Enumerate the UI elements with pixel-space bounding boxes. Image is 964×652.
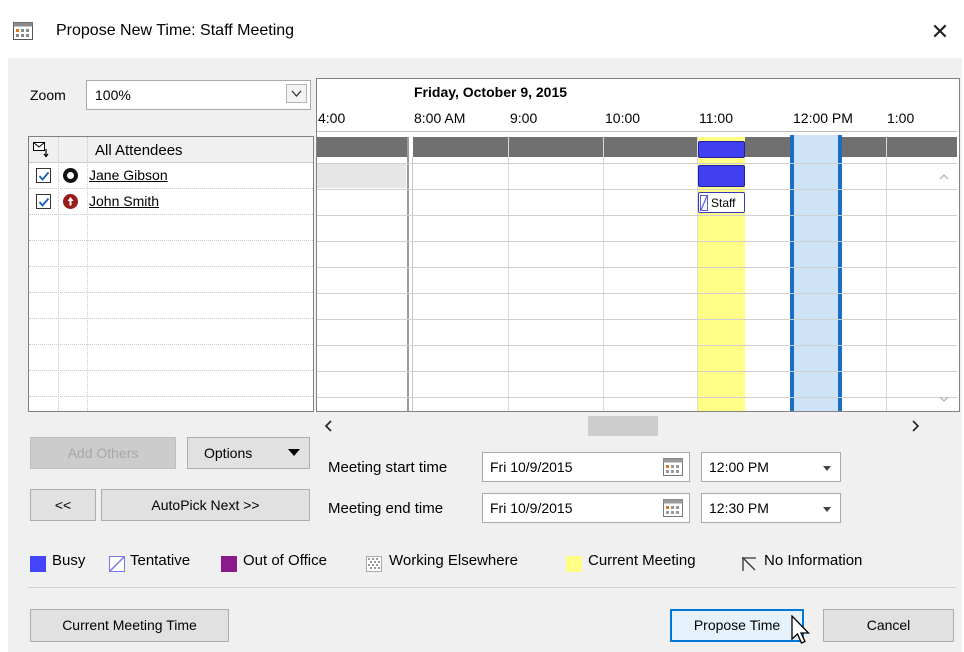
close-icon[interactable]: ✕ xyxy=(920,14,960,50)
start-time-select[interactable]: 12:00 PM xyxy=(701,452,841,482)
previous-button[interactable]: << xyxy=(30,489,96,521)
autopick-next-button[interactable]: AutoPick Next >> xyxy=(101,489,310,521)
zoom-select[interactable]: 100% xyxy=(86,80,311,110)
attendee-checkbox[interactable] xyxy=(36,168,51,183)
empty-row xyxy=(29,267,313,293)
chevron-down-icon[interactable] xyxy=(286,84,307,103)
horizontal-scrollbar[interactable] xyxy=(316,414,960,438)
legend-current-meeting: Current Meeting xyxy=(588,552,696,569)
add-others-button[interactable]: Add Others xyxy=(30,437,176,469)
out-of-office-swatch-icon xyxy=(221,556,237,572)
row-gridline xyxy=(317,241,957,242)
time-label: 9:00 xyxy=(510,110,538,126)
current-meeting-swatch-icon xyxy=(566,556,582,572)
row-gridline xyxy=(317,267,957,268)
time-label: 1:00 xyxy=(887,110,915,126)
legend-busy: Busy xyxy=(52,552,86,569)
busy-swatch-icon xyxy=(30,556,46,572)
all-attendees-header[interactable]: All Attendees xyxy=(95,142,183,159)
current-meeting-time-button[interactable]: Current Meeting Time xyxy=(30,609,229,642)
row-gridline xyxy=(317,345,957,346)
legend-tentative: Tentative xyxy=(130,552,191,569)
calendar-icon xyxy=(13,22,33,40)
empty-row xyxy=(29,293,313,319)
attendee-checkbox[interactable] xyxy=(36,194,51,209)
legend-working-elsewhere: Working Elsewhere xyxy=(389,552,518,569)
scroll-left-icon[interactable] xyxy=(322,418,336,434)
window-title: Propose New Time: Staff Meeting xyxy=(56,22,295,39)
time-label: 4:00 xyxy=(318,110,346,126)
zoom-label: Zoom xyxy=(30,87,66,103)
working-elsewhere-swatch-icon xyxy=(366,556,382,572)
attendee-list: All Attendees Jane Gibson John Smith xyxy=(28,136,314,412)
scheduling-timeline[interactable]: Friday, October 9, 2015 4:00 8:00 AM 9:0… xyxy=(316,78,960,412)
meeting-end-label: Meeting end time xyxy=(328,500,444,517)
chevron-down-icon xyxy=(823,507,831,512)
scroll-thumb[interactable] xyxy=(588,416,658,436)
options-label: Options xyxy=(204,445,253,461)
end-time-value: 12:30 PM xyxy=(709,500,769,516)
row-gridline xyxy=(317,189,957,190)
row-gridline xyxy=(317,215,957,216)
busy-block xyxy=(698,141,745,158)
start-date-field[interactable]: Fri 10/9/2015 xyxy=(482,452,690,482)
footer-divider xyxy=(28,587,956,588)
scroll-up-icon[interactable] xyxy=(935,169,953,185)
options-button[interactable]: Options xyxy=(187,437,310,469)
attendee-row[interactable]: John Smith xyxy=(29,189,313,215)
calendar-picker-icon[interactable] xyxy=(663,458,683,479)
time-label: 12:00 PM xyxy=(793,110,853,126)
tentative-appointment[interactable]: Staff xyxy=(698,192,745,213)
tentative-swatch-icon xyxy=(109,556,125,572)
appointment-label: Staff xyxy=(711,196,736,210)
title-bar: Propose New Time: Staff Meeting ✕ xyxy=(0,0,964,58)
cancel-button[interactable]: Cancel xyxy=(823,609,954,642)
header-divider xyxy=(317,131,957,132)
end-date-field[interactable]: Fri 10/9/2015 xyxy=(482,493,690,523)
dropdown-arrow-icon xyxy=(288,449,300,456)
envelope-icon[interactable] xyxy=(33,141,51,162)
empty-row xyxy=(29,397,313,411)
attendee-row[interactable]: Jane Gibson xyxy=(29,163,313,189)
row-gridline xyxy=(317,293,957,294)
legend-out-of-office: Out of Office xyxy=(243,552,327,569)
day-divider-top xyxy=(407,137,413,157)
empty-row xyxy=(29,371,313,397)
scroll-down-icon[interactable] xyxy=(935,391,953,407)
no-information-swatch-icon xyxy=(741,556,757,572)
end-date-value: Fri 10/9/2015 xyxy=(490,500,573,516)
time-label: 10:00 xyxy=(605,110,641,126)
chevron-down-icon xyxy=(823,466,831,471)
attendee-list-header: All Attendees xyxy=(29,137,313,163)
zoom-value: 100% xyxy=(95,87,131,103)
empty-row xyxy=(29,241,313,267)
organizer-icon xyxy=(63,168,78,183)
empty-row xyxy=(29,215,313,241)
non-working-block xyxy=(317,164,406,188)
attendee-name[interactable]: John Smith xyxy=(89,193,159,209)
empty-row xyxy=(29,319,313,345)
timeline-date: Friday, October 9, 2015 xyxy=(414,84,568,100)
start-time-value: 12:00 PM xyxy=(709,459,769,475)
scroll-right-icon[interactable] xyxy=(908,418,922,434)
row-gridline xyxy=(317,319,957,320)
calendar-picker-icon[interactable] xyxy=(663,499,683,520)
all-attendees-bar xyxy=(317,137,957,157)
row-gridline xyxy=(317,371,957,372)
row-gridline xyxy=(317,397,957,398)
busy-block xyxy=(698,165,745,187)
meeting-start-label: Meeting start time xyxy=(328,459,448,476)
start-date-value: Fri 10/9/2015 xyxy=(490,459,573,475)
end-time-select[interactable]: 12:30 PM xyxy=(701,493,841,523)
row-gridline xyxy=(317,163,957,164)
legend-no-information: No Information xyxy=(764,552,863,569)
attendee-name[interactable]: Jane Gibson xyxy=(89,167,168,183)
propose-time-button[interactable]: Propose Time xyxy=(670,609,804,642)
mouse-cursor-icon xyxy=(791,614,813,649)
time-label: 8:00 AM xyxy=(414,110,466,126)
required-attendee-icon xyxy=(63,194,78,209)
time-label: 11:00 xyxy=(699,110,733,126)
empty-row xyxy=(29,345,313,371)
